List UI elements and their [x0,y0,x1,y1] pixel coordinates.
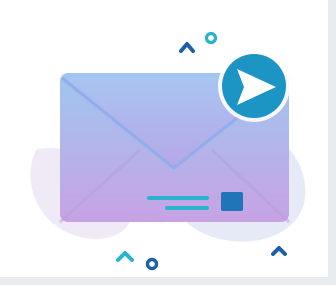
caret-up-icon [179,42,195,53]
image-frame [0,0,336,285]
send-badge [218,50,290,122]
circle-ring-icon-bottom [145,257,159,271]
address-line-2 [165,206,209,210]
caret-up-icon-bottom-left [116,251,134,262]
address-line-1 [147,196,209,200]
stamp-icon [221,192,243,211]
circle-ring-icon [204,31,218,45]
caret-up-icon-bottom-right [271,246,287,256]
email-send-illustration [30,31,306,271]
